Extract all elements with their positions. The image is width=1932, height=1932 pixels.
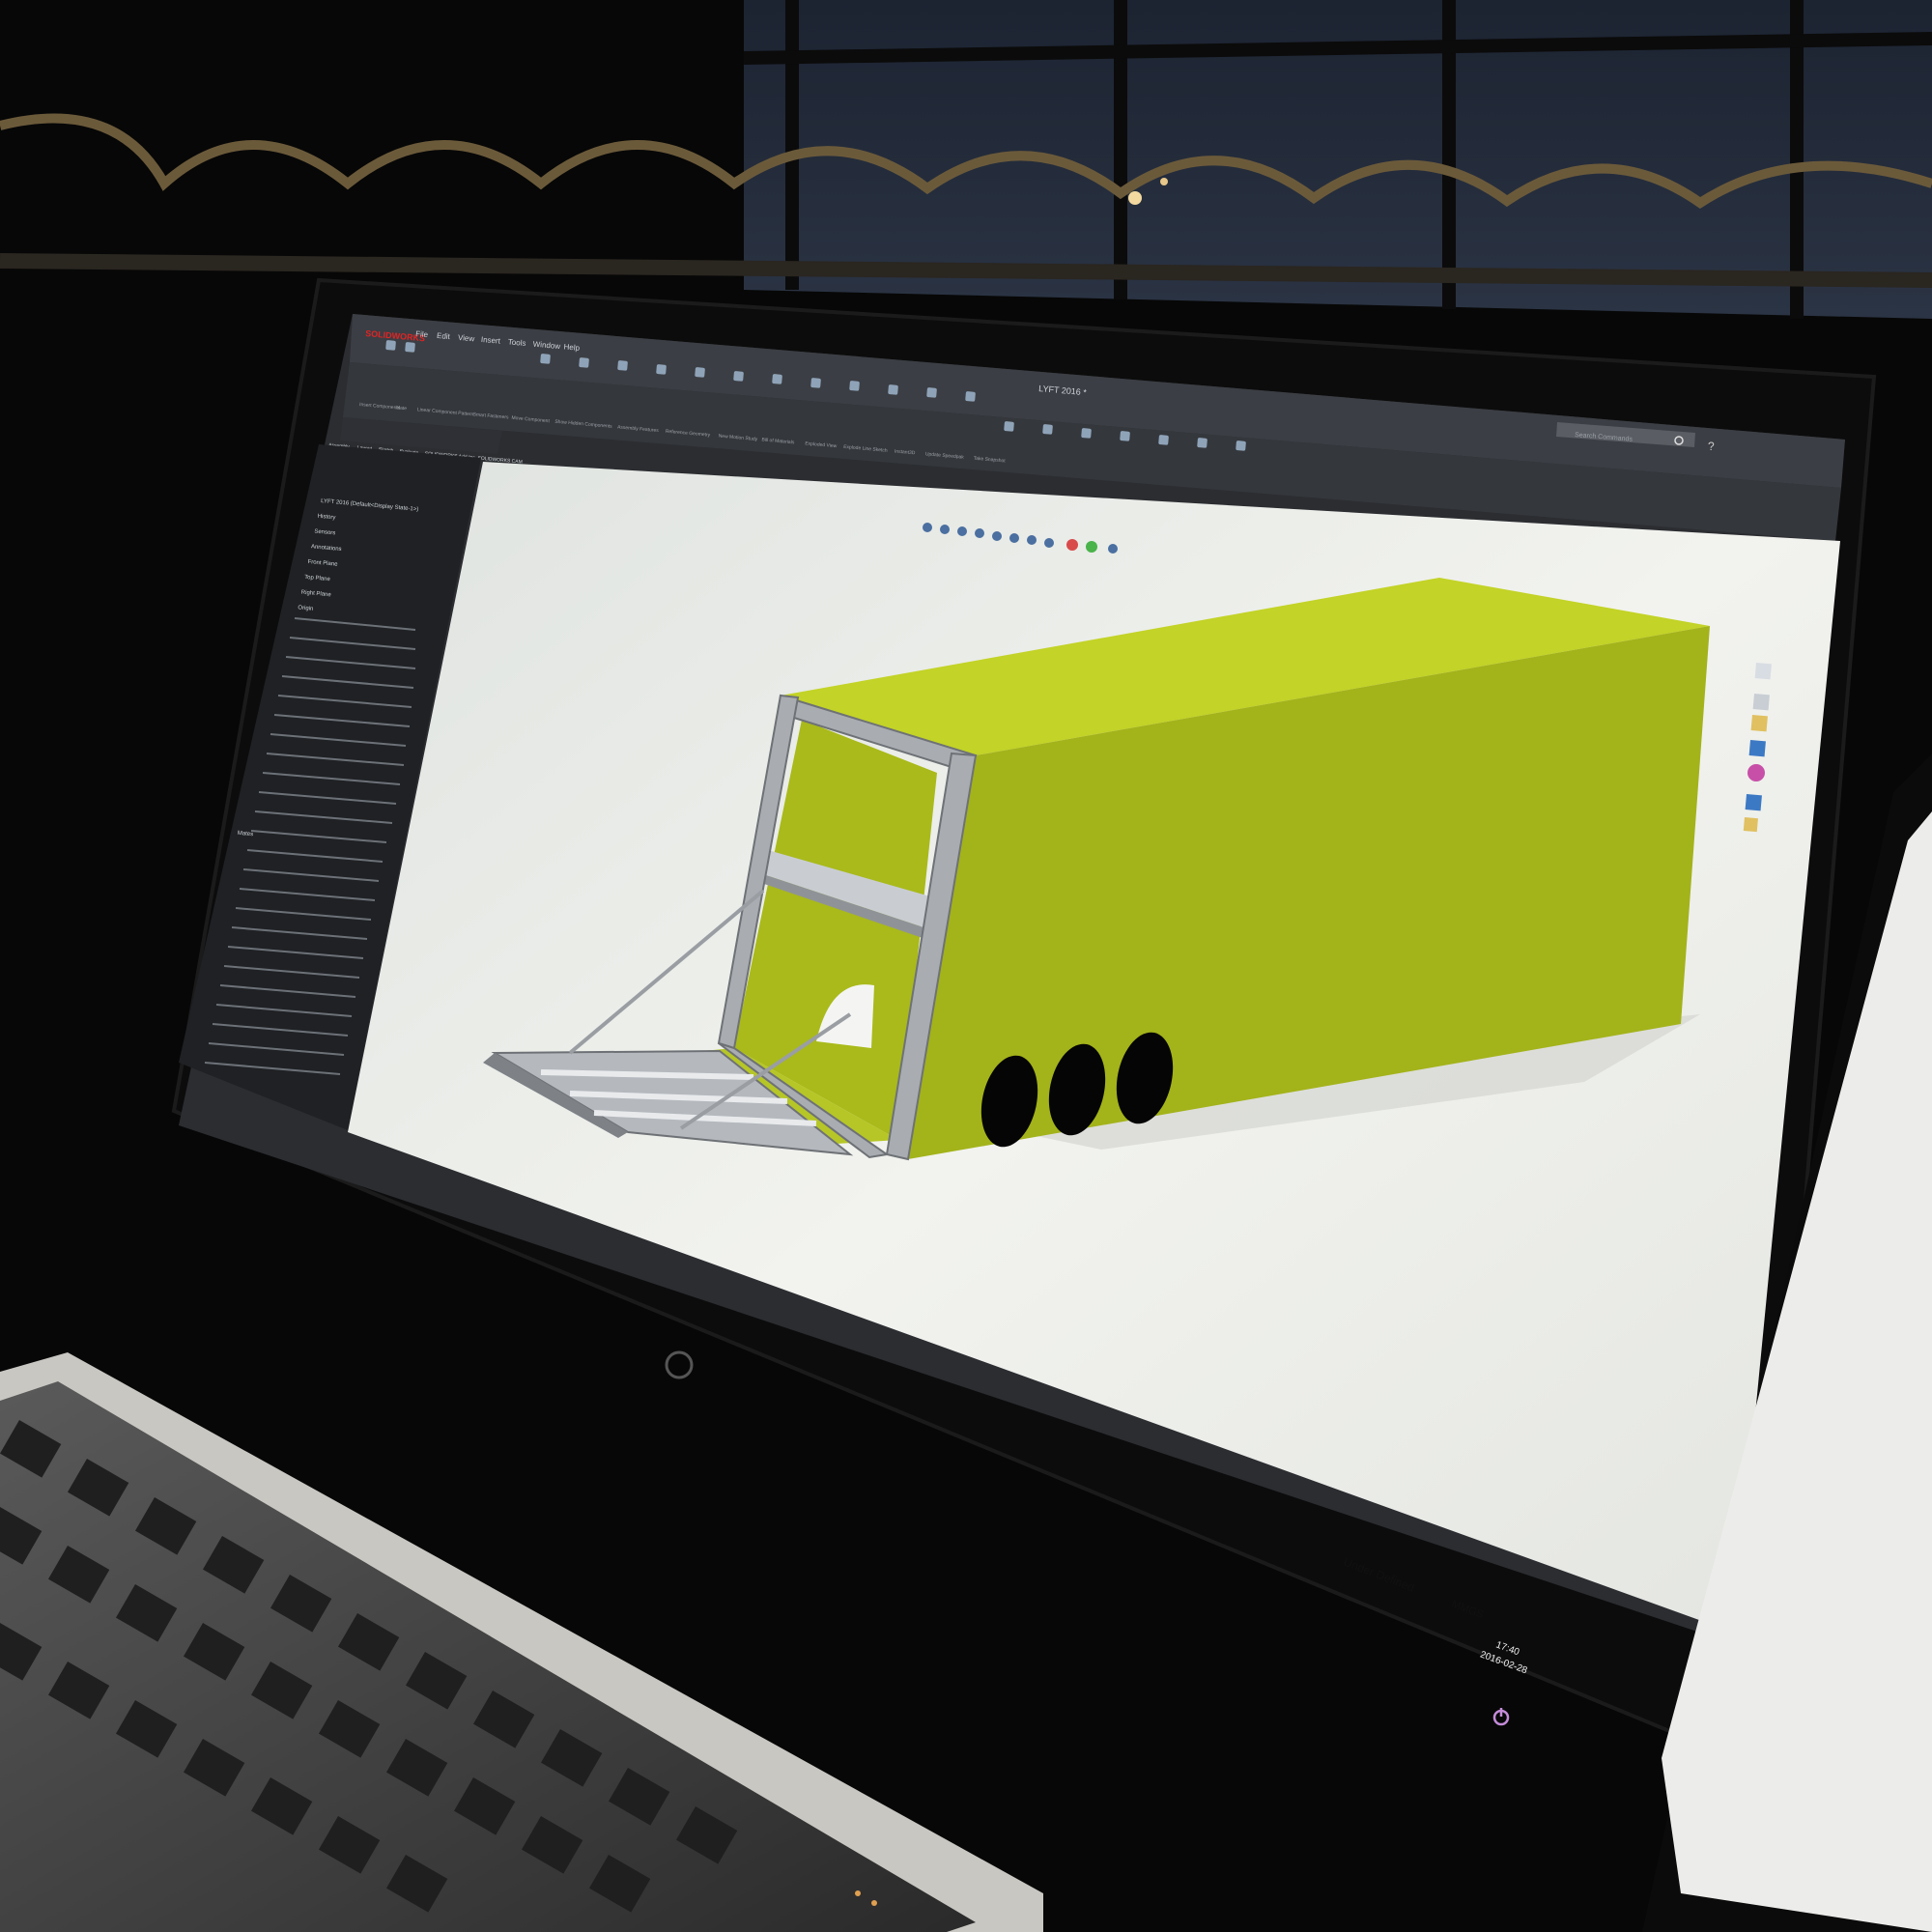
ribbon-mate[interactable]: Mate <box>396 405 408 412</box>
menu-tools[interactable]: Tools <box>507 337 526 348</box>
menu-view[interactable]: View <box>458 333 475 343</box>
menu-file[interactable]: File <box>415 329 429 339</box>
home-icon[interactable] <box>1754 662 1772 680</box>
window-icon[interactable] <box>1752 694 1770 711</box>
properties-icon[interactable] <box>1745 793 1762 811</box>
menu-insert[interactable]: Insert <box>481 335 501 346</box>
help-icon[interactable]: ? <box>1708 440 1715 453</box>
appearance-icon[interactable] <box>1747 764 1765 781</box>
folder-icon[interactable] <box>1750 714 1768 732</box>
view-palette-icon[interactable] <box>1748 739 1766 757</box>
photo-scene: SOLIDWORKS File Edit View Insert Tools W… <box>0 0 1932 1932</box>
menu-edit[interactable]: Edit <box>437 331 451 341</box>
custom-icon[interactable] <box>1743 817 1758 833</box>
menu-help[interactable]: Help <box>563 342 581 352</box>
